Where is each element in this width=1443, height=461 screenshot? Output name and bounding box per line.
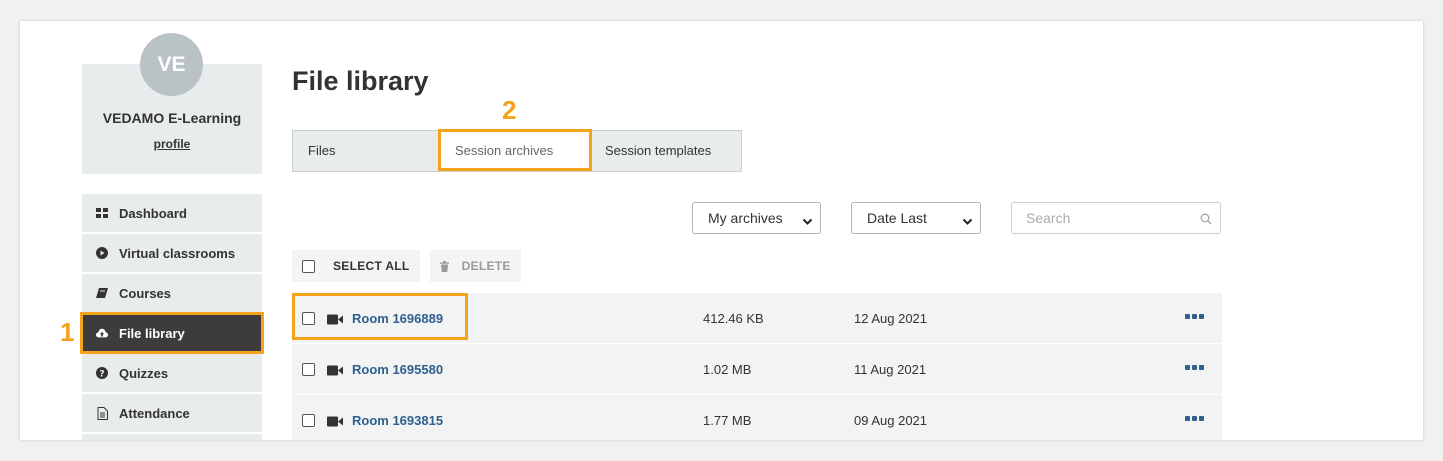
trash-icon	[439, 260, 449, 272]
search-input[interactable]	[1024, 203, 1198, 233]
sidebar-item-more[interactable]	[82, 434, 262, 440]
tab-session-templates[interactable]: Session templates	[590, 131, 741, 169]
cloud-upload-icon	[96, 327, 108, 339]
row-date: 09 Aug 2021	[854, 413, 928, 428]
row-checkbox[interactable]	[302, 312, 315, 325]
sidebar-item-file-library[interactable]: File library	[80, 312, 264, 354]
page-title: File library	[292, 66, 429, 96]
play-circle-icon	[96, 247, 108, 259]
profile-name: VEDAMO E-Learning	[102, 110, 242, 126]
document-icon	[96, 406, 108, 420]
more-options-icon[interactable]	[1185, 365, 1204, 370]
tab-session-archives[interactable]: Session archives	[438, 129, 592, 171]
delete-label: DELETE	[461, 259, 511, 273]
more-options-icon[interactable]	[1185, 416, 1204, 421]
main-card: VEDAMO E-Learning profile VE Dashboard V…	[20, 21, 1423, 440]
search-icon[interactable]	[1200, 212, 1212, 230]
row-date: 12 Aug 2021	[854, 311, 928, 326]
sidebar-item-label: Quizzes	[119, 365, 169, 381]
row-size: 1.77 MB	[703, 413, 752, 428]
row-checkbox[interactable]	[302, 414, 315, 427]
video-camera-icon	[327, 312, 344, 330]
bulk-actions: SELECT ALL DELETE	[292, 250, 521, 282]
archive-list: Room 1696889 412.46 KB 12 Aug 2021 Room …	[292, 293, 1222, 440]
grid-icon	[96, 207, 108, 219]
book-icon	[96, 287, 108, 299]
sidebar-item-label: Attendance	[119, 405, 190, 421]
sort-select[interactable]: Date Last	[851, 202, 981, 234]
sidebar-item-courses[interactable]: Courses	[82, 274, 262, 312]
sidebar-item-quizzes[interactable]: ? Quizzes	[82, 354, 262, 392]
delete-button[interactable]: DELETE	[429, 250, 521, 282]
row-name-link[interactable]: Room 1695580	[352, 362, 443, 377]
row-checkbox[interactable]	[302, 363, 315, 376]
sidebar-item-label: Dashboard	[119, 205, 187, 221]
sidebar-item-virtual-classrooms[interactable]: Virtual classrooms	[82, 234, 262, 272]
row-date: 11 Aug 2021	[854, 362, 927, 377]
sidebar-item-attendance[interactable]: Attendance	[82, 394, 262, 432]
annotation-2: 2	[502, 95, 517, 125]
more-options-icon[interactable]	[1185, 314, 1204, 319]
table-row[interactable]: Room 1693815 1.77 MB 09 Aug 2021	[292, 395, 1222, 440]
table-row[interactable]: Room 1695580 1.02 MB 11 Aug 2021	[292, 344, 1222, 395]
owner-select[interactable]: My archives	[692, 202, 821, 234]
video-camera-icon	[327, 414, 344, 432]
select-all-button[interactable]: SELECT ALL	[292, 250, 420, 282]
sidebar-item-label: File library	[119, 325, 185, 341]
video-camera-icon	[327, 363, 344, 381]
sidebar-item-label: Virtual classrooms	[119, 245, 236, 261]
question-circle-icon: ?	[96, 367, 108, 379]
search-box	[1011, 202, 1221, 234]
chevron-down-icon	[962, 213, 973, 229]
sidebar-nav: Dashboard Virtual classrooms Courses Fil…	[80, 194, 264, 440]
select-all-label: SELECT ALL	[333, 259, 410, 273]
row-name-link[interactable]: Room 1696889	[352, 311, 443, 326]
row-name-link[interactable]: Room 1693815	[352, 413, 443, 428]
sidebar-item-label: Courses	[119, 285, 172, 301]
row-size: 412.46 KB	[703, 311, 764, 326]
tab-files[interactable]: Files	[293, 131, 440, 169]
table-row[interactable]: Room 1696889 412.46 KB 12 Aug 2021	[292, 293, 1222, 344]
select-all-checkbox[interactable]	[302, 259, 315, 273]
tab-bar: Files Session archives Session templates	[292, 129, 742, 172]
chevron-down-icon	[802, 213, 813, 229]
annotation-1: 1	[60, 317, 75, 347]
sort-select-value: Date Last	[867, 210, 927, 226]
avatar[interactable]: VE	[140, 33, 203, 96]
svg-text:?: ?	[99, 370, 104, 380]
sidebar-item-dashboard[interactable]: Dashboard	[82, 194, 262, 232]
row-size: 1.02 MB	[703, 362, 752, 377]
profile-link[interactable]: profile	[82, 137, 262, 151]
owner-select-value: My archives	[708, 210, 783, 226]
